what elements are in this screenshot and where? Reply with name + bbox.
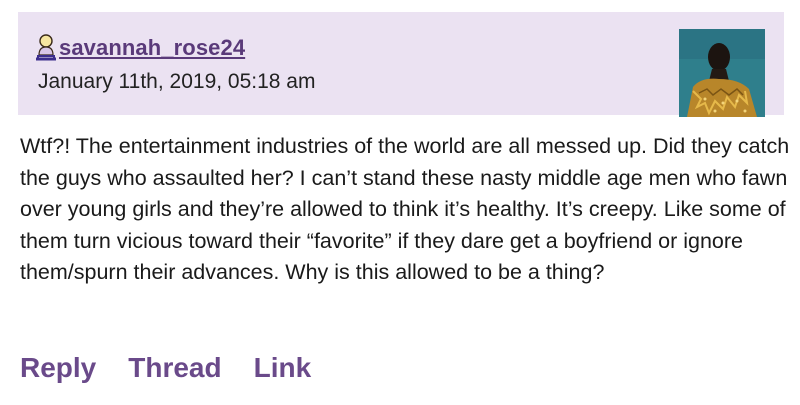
comment-actions: Reply Thread Link [20,350,311,386]
user-avatar[interactable] [679,29,765,117]
comment-body: Wtf?! The entertainment industries of th… [20,134,790,284]
link-link[interactable]: Link [254,350,312,386]
reply-link[interactable]: Reply [20,350,96,386]
username-link[interactable]: savannah_rose24 [59,35,245,61]
thread-link[interactable]: Thread [128,350,221,386]
comment: savannah_rose24 January 11th, 2019, 05:1… [0,0,800,405]
comment-timestamp: January 11th, 2019, 05:18 am [38,70,316,93]
user-row: savannah_rose24 [35,31,245,61]
comment-header: savannah_rose24 January 11th, 2019, 05:1… [18,12,784,117]
user-profile-icon[interactable] [35,33,57,61]
